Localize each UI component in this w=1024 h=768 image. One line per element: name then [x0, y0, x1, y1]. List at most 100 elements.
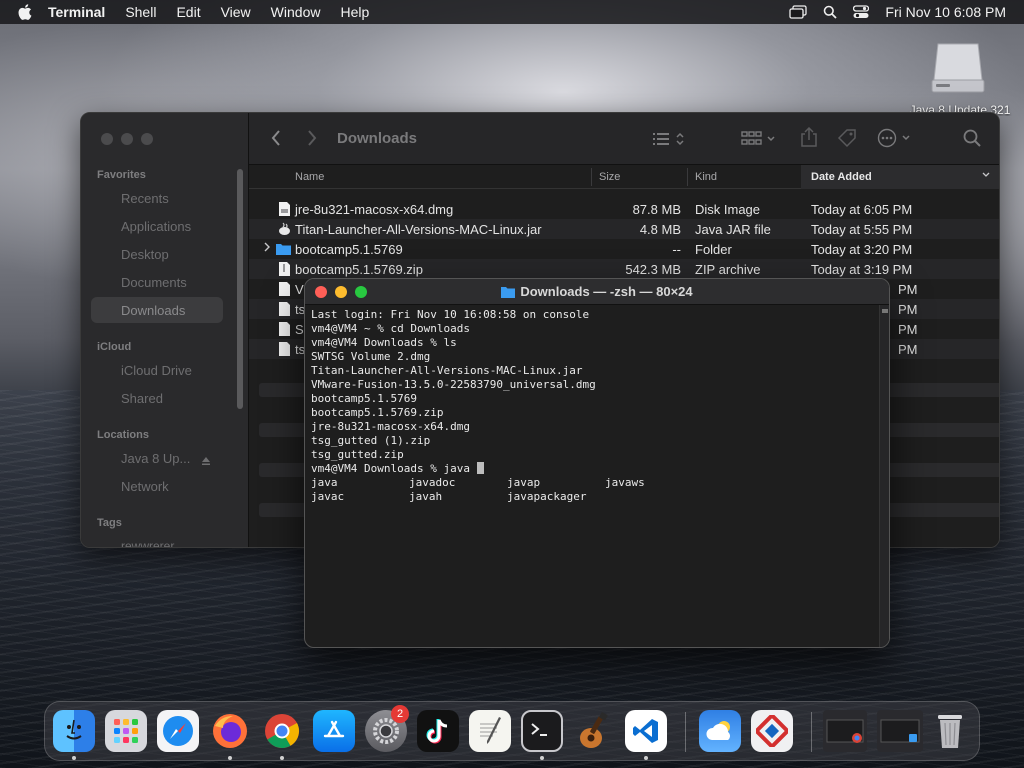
finder-zoom-button[interactable]: [141, 133, 153, 145]
terminal-line: Titan-Launcher-All-Versions-MAC-Linux.ja…: [311, 364, 583, 377]
list-view-icon[interactable]: [653, 131, 687, 152]
control-center-icon[interactable]: [853, 5, 870, 19]
disclosure-chevron-icon[interactable]: [263, 241, 271, 256]
textedit-icon[interactable]: [469, 710, 511, 752]
file-size: 542.3 MB: [625, 262, 681, 277]
table-row[interactable]: Titan-Launcher-All-Versions-MAC-Linux.ja…: [249, 219, 999, 239]
file-kind: ZIP archive: [695, 262, 761, 277]
sort-chevron-icon[interactable]: [981, 170, 991, 183]
sidebar-item-recents[interactable]: Recents: [121, 191, 169, 206]
sidebar-item-tag[interactable]: rewwrerer: [121, 539, 174, 547]
trash-icon[interactable]: [929, 710, 971, 752]
terminal-title-bar[interactable]: Downloads — -zsh — 80×24: [305, 279, 889, 305]
completion-row: java javadoc javap javaws: [311, 476, 873, 490]
table-row[interactable]: jre-8u321-macosx-x64.dmg 87.8 MB Disk Im…: [249, 199, 999, 219]
menu-app-terminal[interactable]: Terminal: [48, 4, 105, 20]
share-icon[interactable]: [801, 126, 817, 152]
completion-item: javah: [409, 490, 443, 503]
terminal-icon[interactable]: [521, 710, 563, 752]
finder-close-button[interactable]: [101, 133, 113, 145]
sidebar-header-favorites: Favorites: [97, 169, 146, 181]
sidebar-item-icloud-drive[interactable]: iCloud Drive: [121, 363, 192, 378]
sidebar-item-java-disk[interactable]: Java 8 Up...: [121, 451, 190, 466]
sidebar-item-downloads[interactable]: Downloads: [121, 303, 185, 318]
more-actions-icon[interactable]: [877, 128, 915, 153]
back-chevron-icon[interactable]: [271, 129, 281, 152]
terminal-output[interactable]: Last login: Fri Nov 10 16:08:58 on conso…: [305, 305, 879, 647]
minimized-window-thumbnail[interactable]: [877, 710, 923, 752]
terminal-title: Downloads — -zsh — 80×24: [305, 284, 889, 299]
menu-bar: Terminal Shell Edit View Window Help Fri…: [0, 0, 1024, 24]
menu-edit[interactable]: Edit: [176, 4, 200, 20]
finder-sidebar: Favorites Recents Applications Desktop D…: [81, 113, 249, 547]
file-date: Today at 6:05 PM: [811, 202, 913, 217]
java-jar-file-icon: [279, 222, 290, 235]
sidebar-item-desktop[interactable]: Desktop: [121, 247, 169, 262]
file-icon: [279, 342, 290, 356]
terminal-line: jre-8u321-macosx-x64.dmg: [311, 420, 470, 433]
terminal-line: VMware-Fusion-13.5.0-22583790_universal.…: [311, 378, 596, 391]
completion-item: java: [311, 476, 338, 489]
tag-icon[interactable]: [837, 128, 857, 153]
launchpad-icon[interactable]: [105, 710, 147, 752]
sidebar-item-network[interactable]: Network: [121, 479, 169, 494]
disk-image-icon[interactable]: [928, 36, 988, 96]
terminal-prompt: vm4@VM4 Downloads % java: [311, 462, 477, 475]
column-header-size[interactable]: Size: [599, 171, 620, 183]
safari-icon[interactable]: [157, 710, 199, 752]
terminal-line: SWTSG Volume 2.dmg: [311, 350, 431, 363]
scroll-knob[interactable]: [882, 309, 888, 313]
folder-icon: [276, 244, 291, 255]
vscode-icon[interactable]: [625, 710, 667, 752]
forward-chevron-icon[interactable]: [307, 129, 317, 152]
column-header-date-added[interactable]: Date Added: [811, 171, 872, 183]
tiktok-icon[interactable]: [417, 710, 459, 752]
garageband-icon[interactable]: [573, 710, 615, 752]
dock: [44, 701, 980, 761]
menu-shell[interactable]: Shell: [125, 4, 156, 20]
spotlight-search-icon[interactable]: [823, 5, 838, 19]
file-name: bootcamp5.1.5769: [295, 242, 403, 257]
terminal-window[interactable]: Downloads — -zsh — 80×24 Last login: Fri…: [304, 278, 890, 648]
column-header-name[interactable]: Name: [295, 171, 324, 183]
file-kind: Java JAR file: [695, 222, 771, 237]
file-size: --: [672, 242, 681, 257]
minimized-window-thumbnail[interactable]: [823, 710, 867, 752]
completion-item: javap: [507, 476, 541, 489]
finder-icon[interactable]: [53, 710, 95, 752]
menu-window[interactable]: Window: [271, 4, 321, 20]
file-date: PM: [898, 342, 918, 357]
terminal-line: vm4@VM4 ~ % cd Downloads: [311, 322, 470, 335]
file-name: V: [295, 282, 304, 297]
column-header-kind[interactable]: Kind: [695, 171, 717, 183]
file-name: bootcamp5.1.5769.zip: [295, 262, 423, 277]
file-icon: [279, 322, 290, 336]
window-switcher-icon[interactable]: [789, 5, 808, 19]
table-row[interactable]: bootcamp5.1.5769 -- Folder Today at 3:20…: [249, 239, 999, 259]
firefox-icon[interactable]: [209, 710, 251, 752]
menu-help[interactable]: Help: [340, 4, 369, 20]
file-size: 87.8 MB: [632, 202, 681, 217]
completion-item: javadoc: [409, 476, 456, 489]
search-icon[interactable]: [963, 129, 981, 152]
app-store-icon[interactable]: [313, 710, 355, 752]
group-by-icon[interactable]: [741, 131, 779, 152]
sidebar-item-shared[interactable]: Shared: [121, 391, 163, 406]
file-date: PM: [898, 282, 918, 297]
disk-image-file-icon: [279, 202, 290, 216]
apple-menu-icon[interactable]: [18, 4, 34, 20]
file-date: Today at 3:20 PM: [811, 242, 913, 257]
menu-clock[interactable]: Fri Nov 10 6:08 PM: [885, 4, 1006, 20]
sidebar-item-documents[interactable]: Documents: [121, 275, 187, 290]
parallels-icon[interactable]: [751, 710, 793, 752]
finder-minimize-button[interactable]: [121, 133, 133, 145]
weather-icon[interactable]: [699, 710, 741, 752]
eject-icon[interactable]: [201, 453, 211, 471]
sidebar-item-applications[interactable]: Applications: [121, 219, 191, 234]
table-row[interactable]: bootcamp5.1.5769.zip 542.3 MB ZIP archiv…: [249, 259, 999, 279]
column-headers: Name Size Kind Date Added: [249, 165, 999, 189]
menu-view[interactable]: View: [221, 4, 251, 20]
terminal-scrollbar[interactable]: [879, 305, 889, 647]
chrome-icon[interactable]: [261, 710, 303, 752]
sidebar-scrollbar[interactable]: [237, 169, 243, 409]
